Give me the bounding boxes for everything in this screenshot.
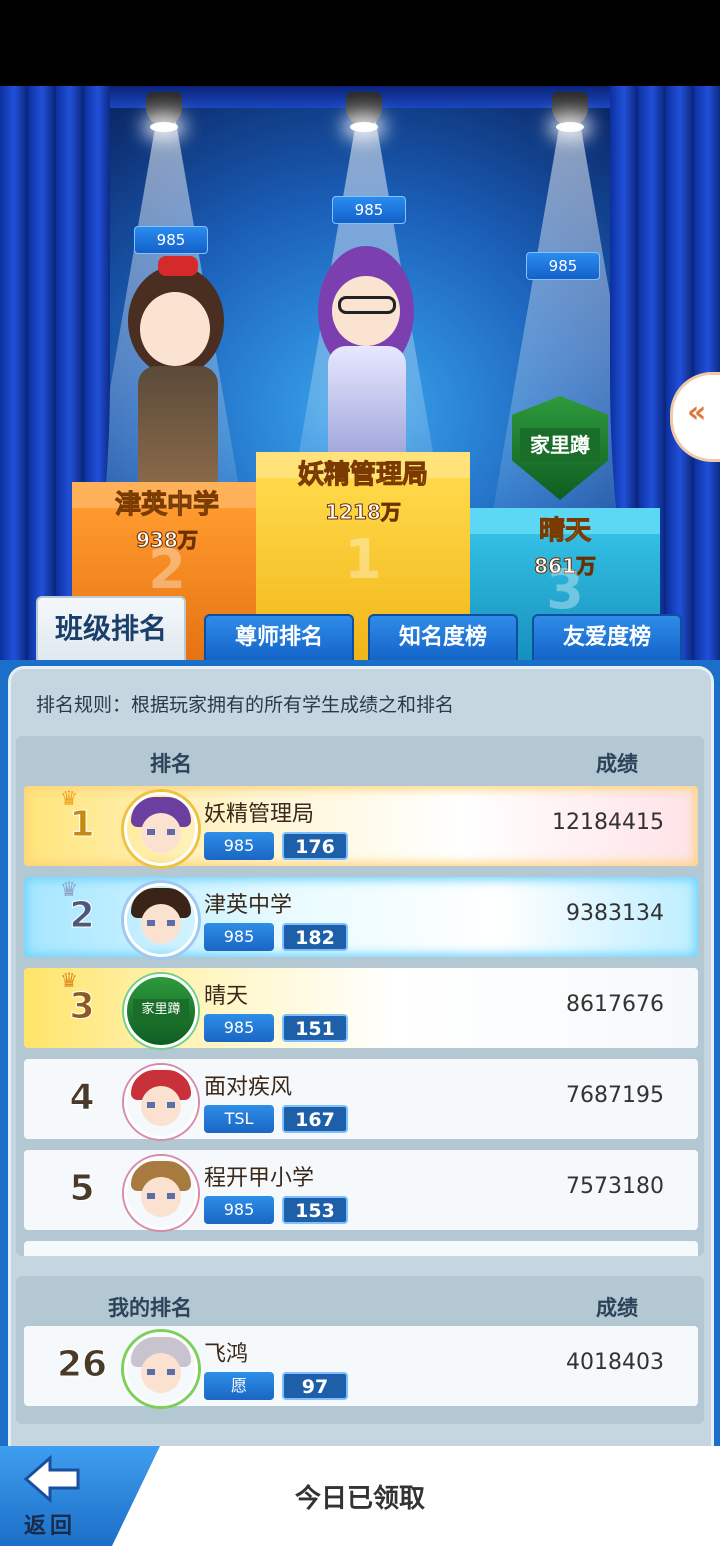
rank-number: 5 bbox=[69, 1168, 95, 1210]
avatar[interactable] bbox=[124, 792, 198, 866]
podium-first-name: 妖精管理局 bbox=[297, 460, 428, 491]
my-rank-row[interactable]: 26 飞鸿 愿 97 4018403 bbox=[24, 1326, 698, 1406]
spotlight-icon bbox=[146, 92, 182, 132]
header-score: 成绩 bbox=[596, 752, 638, 776]
tab-friendship-ranking[interactable]: 友爱度榜 bbox=[532, 614, 682, 660]
tab-bar: 班级排名 尊师排名 知名度榜 友爱度榜 bbox=[0, 596, 720, 660]
player-name: 飞鸿 bbox=[204, 1342, 249, 1367]
score-value: 12184415 bbox=[552, 810, 664, 835]
tab-class-ranking[interactable]: 班级排名 bbox=[36, 596, 186, 660]
table-row[interactable]: ♛ 2 津英中学 985 182 9383134 bbox=[24, 877, 698, 957]
school-tag: 985 bbox=[204, 1196, 274, 1224]
rank-number: 4 bbox=[69, 1077, 95, 1119]
status-bar bbox=[0, 0, 720, 86]
first-place-level: 985 bbox=[332, 196, 406, 224]
second-place-level: 985 bbox=[134, 226, 208, 254]
my-rank-header: 我的排名 bbox=[108, 1296, 192, 1320]
tab-teacher-ranking[interactable]: 尊师排名 bbox=[204, 614, 354, 660]
level-badge: 182 bbox=[282, 923, 348, 951]
header-rank: 排名 bbox=[150, 752, 192, 776]
first-place-character[interactable] bbox=[312, 236, 422, 466]
school-tag: 985 bbox=[204, 832, 274, 860]
score-value: 4018403 bbox=[566, 1350, 664, 1375]
level-badge: 153 bbox=[282, 1196, 348, 1224]
emblem-label: 家里蹲 bbox=[520, 428, 600, 462]
player-name: 晴天 bbox=[204, 984, 249, 1009]
podium-first-score: 1218万 bbox=[325, 500, 402, 525]
school-tag: 985 bbox=[204, 1014, 274, 1042]
score-value: 9383134 bbox=[566, 901, 664, 926]
level-badge: 167 bbox=[282, 1105, 348, 1133]
table-row[interactable]: 5 程开甲小学 985 153 7573180 bbox=[24, 1150, 698, 1230]
my-rank-section: 我的排名 成绩 26 飞鸿 愿 97 4018403 bbox=[16, 1276, 704, 1424]
score-value: 7573180 bbox=[566, 1174, 664, 1199]
avatar[interactable] bbox=[124, 883, 198, 957]
level-badge: 97 bbox=[282, 1372, 348, 1400]
player-name: 面对疾风 bbox=[204, 1075, 293, 1100]
podium-stage: 985 985 985 家里蹲 津英中学 938万 2 妖精管理局 1218万 … bbox=[0, 86, 720, 676]
school-tag: 愿 bbox=[204, 1372, 274, 1400]
rank-number: 2 bbox=[69, 895, 95, 937]
ranking-list[interactable]: 排名 成绩 ♛ 1 妖精管理局 985 176 12184415 ♛ 2 津英中… bbox=[16, 736, 704, 1256]
rank-number: 1 bbox=[69, 804, 95, 846]
table-row[interactable] bbox=[24, 1241, 698, 1256]
podium-second-name: 津英中学 bbox=[114, 490, 219, 521]
player-name: 妖精管理局 bbox=[204, 802, 315, 827]
table-row[interactable]: ♛ 1 妖精管理局 985 176 12184415 bbox=[24, 786, 698, 866]
emblem-label: 家里蹲 bbox=[133, 999, 189, 1021]
player-name: 津英中学 bbox=[204, 893, 293, 918]
double-chevron-left-icon: « bbox=[687, 395, 707, 430]
tab-fame-ranking[interactable]: 知名度榜 bbox=[368, 614, 518, 660]
ranking-rule: 排名规则：根据玩家拥有的所有学生成绩之和排名 bbox=[36, 694, 455, 716]
rank-number: 3 bbox=[69, 986, 95, 1028]
level-badge: 151 bbox=[282, 1014, 348, 1042]
score-value: 7687195 bbox=[566, 1083, 664, 1108]
avatar[interactable] bbox=[124, 1156, 198, 1230]
ranking-list-header: 排名 成绩 bbox=[16, 736, 704, 784]
back-label: 返回 bbox=[24, 1514, 77, 1539]
avatar[interactable] bbox=[124, 1332, 198, 1406]
podium-second-number: 2 bbox=[148, 538, 186, 601]
podium-third-name: 晴天 bbox=[538, 516, 591, 547]
back-arrow-icon bbox=[23, 1454, 80, 1504]
school-tag: 985 bbox=[204, 923, 274, 951]
my-score-header: 成绩 bbox=[596, 1296, 638, 1320]
school-tag: TSL bbox=[204, 1105, 274, 1133]
score-value: 8617676 bbox=[566, 992, 664, 1017]
rank-number: 26 bbox=[56, 1344, 108, 1386]
table-row[interactable]: ♛ 3 家里蹲 晴天 985 151 8617676 bbox=[24, 968, 698, 1048]
avatar[interactable]: 家里蹲 bbox=[124, 974, 198, 1048]
spotlight-icon bbox=[552, 92, 588, 132]
table-row[interactable]: 4 面对疾风 TSL 167 7687195 bbox=[24, 1059, 698, 1139]
third-place-level: 985 bbox=[526, 252, 600, 280]
podium-first-number: 1 bbox=[344, 528, 382, 591]
level-badge: 176 bbox=[282, 832, 348, 860]
player-name: 程开甲小学 bbox=[204, 1166, 315, 1191]
second-place-character[interactable] bbox=[118, 256, 238, 486]
spotlight-icon bbox=[346, 92, 382, 132]
avatar[interactable] bbox=[124, 1065, 198, 1139]
